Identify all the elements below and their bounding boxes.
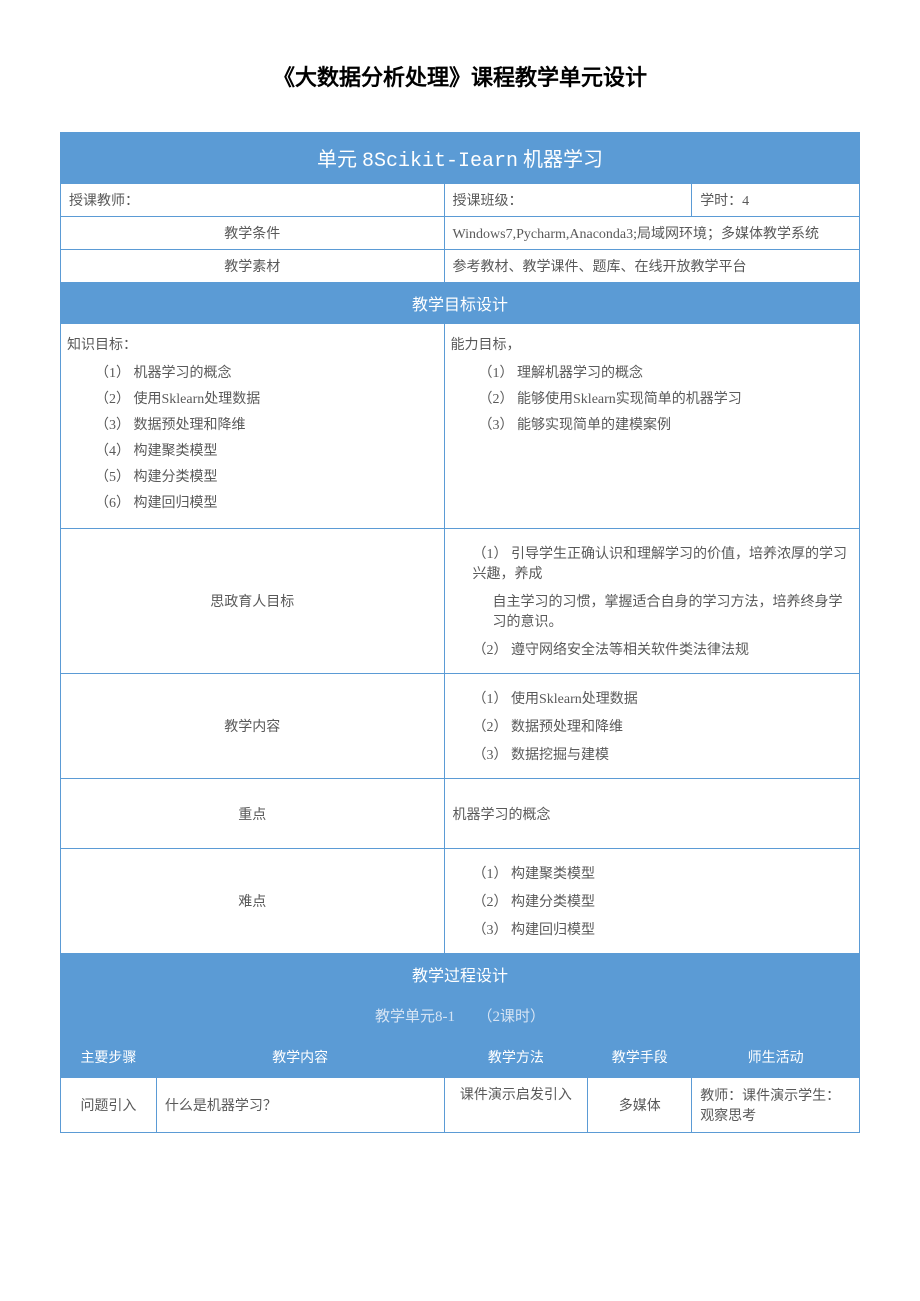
ideology-label: 思政育人目标 bbox=[61, 529, 445, 674]
knowledge-goal-head: 知识目标： bbox=[67, 334, 434, 354]
ability-goal: 能力目标， （1） 理解机器学习的概念 （2） 能够使用Sklearn实现简单的… bbox=[444, 324, 859, 529]
unit-prefix: 单元 bbox=[317, 149, 357, 171]
cell-step: 问题引入 bbox=[61, 1078, 157, 1133]
key-label: 重点 bbox=[61, 779, 445, 849]
ability-item: （1） 理解机器学习的概念 bbox=[451, 362, 849, 382]
ability-item: （3） 能够实现简单的建模案例 bbox=[451, 414, 849, 434]
subunit-left: 教学单元8-1 bbox=[375, 1009, 455, 1025]
knowledge-item: （1） 机器学习的概念 bbox=[67, 362, 434, 382]
key-value: 机器学习的概念 bbox=[444, 779, 860, 849]
cell-activity: 教师：课件演示学生：观察思考 bbox=[692, 1078, 860, 1133]
difficulty-item: （2） 构建分类模型 bbox=[453, 891, 852, 911]
class-label: 授课班级： bbox=[444, 184, 692, 217]
content-item: （1） 使用Sklearn处理数据 bbox=[453, 688, 852, 708]
content-item: （3） 数据挖掘与建模 bbox=[453, 744, 852, 764]
ability-item: （2） 能够使用Sklearn实现简单的机器学习 bbox=[451, 388, 849, 408]
unit-code: 8Scikit-Iearn bbox=[362, 150, 518, 173]
table-row: 问题引入 什么是机器学习？ 课件演示启发引入 多媒体 教师：课件演示学生：观察思… bbox=[61, 1078, 860, 1133]
difficulty-list: （1） 构建聚类模型 （2） 构建分类模型 （3） 构建回归模型 bbox=[444, 849, 860, 954]
knowledge-item: （4） 构建聚类模型 bbox=[67, 440, 434, 460]
ideology-item: （2） 遵守网络安全法等相关软件类法律法规 bbox=[453, 639, 852, 659]
col-activity: 师生活动 bbox=[692, 1037, 860, 1078]
cell-method: 课件演示启发引入 bbox=[444, 1078, 588, 1133]
materials-label: 教学素材 bbox=[61, 250, 445, 283]
difficulty-label: 难点 bbox=[61, 849, 445, 954]
goal-section-header: 教学目标设计 bbox=[61, 283, 860, 324]
document-title: 《大数据分析处理》课程教学单元设计 bbox=[60, 60, 860, 92]
difficulty-item: （3） 构建回归模型 bbox=[453, 919, 852, 939]
knowledge-item: （3） 数据预处理和降维 bbox=[67, 414, 434, 434]
conditions-label: 教学条件 bbox=[61, 217, 445, 250]
hours-label: 学时：4 bbox=[692, 184, 860, 217]
content-label: 教学内容 bbox=[61, 674, 445, 779]
knowledge-item: （5） 构建分类模型 bbox=[67, 466, 434, 486]
content-item: （2） 数据预处理和降维 bbox=[453, 716, 852, 736]
col-method: 教学方法 bbox=[444, 1037, 588, 1078]
lesson-plan-table: 单元 8Scikit-Iearn 机器学习 授课教师： 授课班级： 学时：4 教… bbox=[60, 132, 860, 1133]
conditions-value: Windows7,Pycharm,Anaconda3;局域网环境；多媒体教学系统 bbox=[444, 217, 860, 250]
cell-means: 多媒体 bbox=[588, 1078, 692, 1133]
ideology-item: （1） 引导学生正确认识和理解学习的价值，培养浓厚的学习兴趣，养成 bbox=[453, 543, 852, 583]
col-means: 教学手段 bbox=[588, 1037, 692, 1078]
process-section-header: 教学过程设计 bbox=[61, 954, 860, 995]
subunit-header: 教学单元8-1 （2课时） bbox=[61, 995, 860, 1037]
materials-value: 参考教材、教学课件、题库、在线开放教学平台 bbox=[444, 250, 860, 283]
col-step: 主要步骤 bbox=[61, 1037, 157, 1078]
ability-goal-head: 能力目标， bbox=[451, 334, 849, 354]
content-list: （1） 使用Sklearn处理数据 （2） 数据预处理和降维 （3） 数据挖掘与… bbox=[444, 674, 860, 779]
ideology-item: 自主学习的习惯，掌握适合自身的学习方法，培养终身学习的意识。 bbox=[453, 591, 852, 631]
unit-suffix: 机器学习 bbox=[523, 149, 603, 171]
difficulty-item: （1） 构建聚类模型 bbox=[453, 863, 852, 883]
knowledge-item: （6） 构建回归模型 bbox=[67, 492, 434, 512]
knowledge-item: （2） 使用Sklearn处理数据 bbox=[67, 388, 434, 408]
knowledge-goal: 知识目标： （1） 机器学习的概念 （2） 使用Sklearn处理数据 （3） … bbox=[61, 324, 445, 529]
ideology-content: （1） 引导学生正确认识和理解学习的价值，培养浓厚的学习兴趣，养成 自主学习的习… bbox=[444, 529, 860, 674]
unit-header: 单元 8Scikit-Iearn 机器学习 bbox=[61, 133, 860, 184]
col-content: 教学内容 bbox=[156, 1037, 444, 1078]
cell-content: 什么是机器学习？ bbox=[156, 1078, 444, 1133]
subunit-right: （2课时） bbox=[477, 1009, 545, 1025]
teacher-label: 授课教师： bbox=[61, 184, 445, 217]
